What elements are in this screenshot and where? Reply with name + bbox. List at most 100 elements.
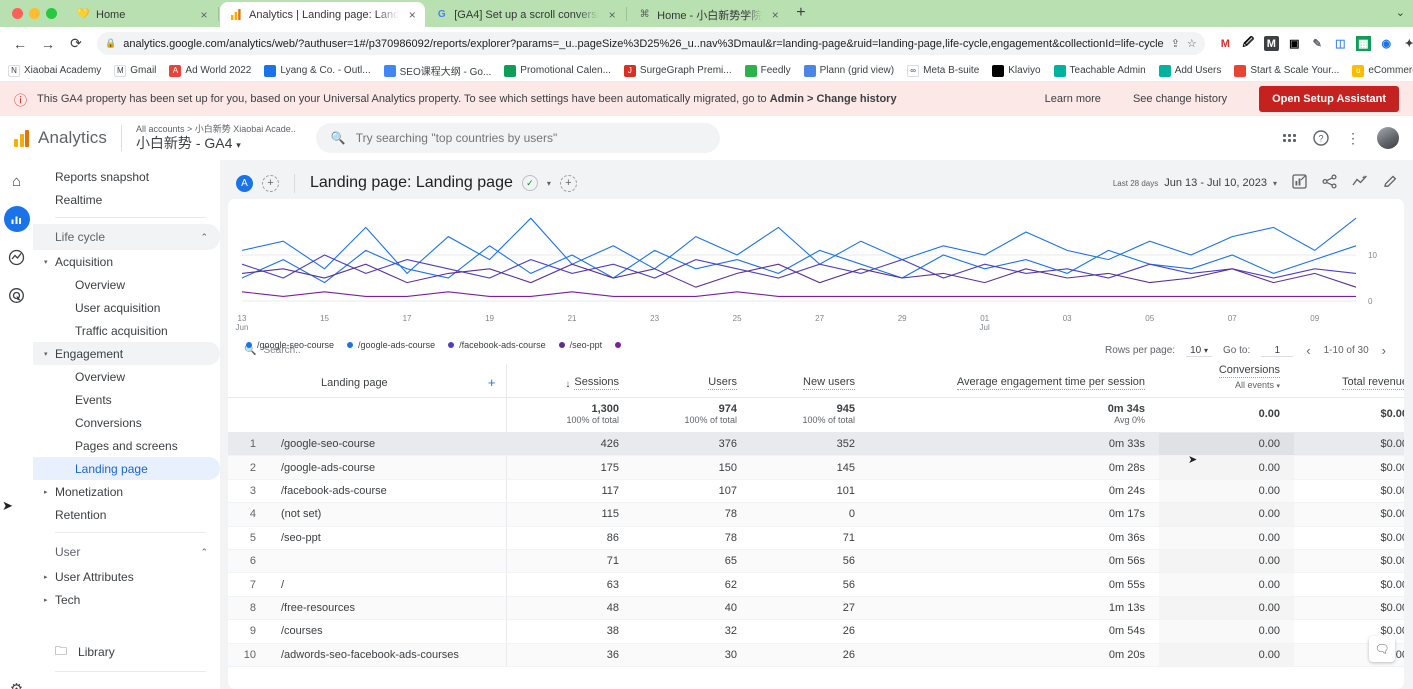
table-row[interactable]: 67165560m 56s0.00$0.00: [228, 549, 1404, 572]
edit-icon[interactable]: [1383, 174, 1398, 192]
table-row[interactable]: 5/seo-ppt8678710m 36s0.00$0.00: [228, 526, 1404, 549]
legend-item[interactable]: [615, 342, 626, 348]
analytics-logo[interactable]: Analytics: [14, 128, 107, 148]
sidebar-item-landing-page[interactable]: Landing page: [33, 457, 220, 480]
caret-down-icon[interactable]: ▾: [44, 350, 48, 358]
table-row[interactable]: 10/adwords-seo-facebook-ads-courses36302…: [228, 643, 1404, 666]
reload-button[interactable]: ⟳: [64, 32, 88, 56]
header-sessions[interactable]: ↓Sessions: [506, 364, 633, 398]
sidebar-item-traffic-acquisition[interactable]: Traffic acquisition: [33, 319, 220, 342]
banner-link-admin[interactable]: Admin > Change history: [770, 93, 897, 105]
advertising-target-icon[interactable]: [4, 282, 30, 308]
forward-button[interactable]: →: [36, 32, 60, 56]
sidebar-item-reports-snapshot[interactable]: Reports snapshot: [33, 165, 220, 188]
sidebar-item-tech[interactable]: ▸Tech: [33, 588, 220, 611]
sidebar-item-retention[interactable]: Retention: [33, 503, 220, 526]
bookmark-item[interactable]: ueCommerce Case...: [1352, 65, 1413, 77]
insights-icon[interactable]: [1352, 174, 1368, 192]
close-tab-button[interactable]: ×: [768, 8, 782, 22]
table-row[interactable]: 2/google-ads-course1751501450m 28s0.00$0…: [228, 456, 1404, 479]
check-circle-icon[interactable]: ✓: [522, 175, 538, 191]
close-tab-button[interactable]: ×: [605, 8, 619, 22]
add-dimension-icon[interactable]: +: [488, 375, 506, 390]
extension-m2-icon[interactable]: M: [1264, 36, 1279, 51]
add-comparison-button[interactable]: +: [262, 175, 279, 192]
sidebar-item-user-acquisition[interactable]: User acquisition: [33, 296, 220, 319]
close-window-button[interactable]: [12, 8, 23, 19]
legend-item[interactable]: /google-ads-course: [347, 340, 435, 350]
puzzle-icon[interactable]: ✦: [1402, 36, 1413, 51]
bookmark-item[interactable]: AAd World 2022: [169, 65, 251, 77]
account-selector[interactable]: All accounts > 小白新势 Xiaobai Acade.. 小白新势…: [136, 123, 296, 154]
caret-right-icon[interactable]: ▸: [44, 573, 48, 581]
table-row[interactable]: 1/google-seo-course4263763520m 33s0.00$0…: [228, 433, 1404, 456]
sidebar-item-user-attributes[interactable]: ▸User Attributes: [33, 565, 220, 588]
header-landing-page[interactable]: Landing page +: [268, 364, 506, 398]
chevron-down-icon[interactable]: ▾: [547, 179, 551, 188]
table-row[interactable]: 8/free-resources4840271m 13s0.00$0.00: [228, 596, 1404, 619]
sidebar-item-library[interactable]: 🗀Library: [33, 639, 220, 665]
bookmark-item[interactable]: Lyang & Co. - Outl...: [264, 65, 370, 77]
home-icon[interactable]: ⌂: [4, 168, 30, 194]
table-row[interactable]: 9/courses3832260m 54s0.00$0.00: [228, 620, 1404, 643]
legend-item[interactable]: /google-seo-course: [246, 340, 334, 350]
open-setup-assistant-button[interactable]: Open Setup Assistant: [1259, 86, 1399, 112]
see-change-history-link[interactable]: See change history: [1133, 93, 1227, 105]
explore-compass-icon[interactable]: [4, 244, 30, 270]
address-bar[interactable]: 🔒 analytics.google.com/analytics/web/?au…: [97, 32, 1205, 55]
sidebar-item-pages-and-screens[interactable]: Pages and screens: [33, 434, 220, 457]
apps-grid-icon[interactable]: [1283, 134, 1296, 142]
header-new-users[interactable]: New users: [751, 364, 869, 398]
global-search-box[interactable]: 🔍: [316, 123, 720, 153]
extension-m-icon[interactable]: M: [1218, 36, 1233, 51]
window-controls[interactable]: [8, 0, 67, 27]
bookmark-item[interactable]: Add Users: [1159, 65, 1222, 77]
learn-more-link[interactable]: Learn more: [1045, 93, 1101, 105]
pen-icon[interactable]: ✎: [1310, 36, 1325, 51]
add-dimension-button[interactable]: +: [560, 175, 577, 192]
help-icon[interactable]: ?: [1313, 130, 1329, 146]
bookmark-item[interactable]: ∞Meta B-suite: [907, 65, 979, 77]
bookmark-item[interactable]: SEO课程大纲 - Go...: [384, 63, 492, 78]
feedback-icon[interactable]: 🗨: [1369, 636, 1395, 662]
conversions-event-selector[interactable]: All events ▾: [1159, 380, 1294, 390]
sidebar-item-overview[interactable]: Overview: [33, 365, 220, 388]
chevron-up-icon[interactable]: ⌃: [200, 232, 208, 243]
table-row[interactable]: 3/facebook-ads-course1171071010m 24s0.00…: [228, 479, 1404, 502]
share-icon[interactable]: [1322, 174, 1337, 192]
header-avg-engagement-time[interactable]: Average engagement time per session: [869, 364, 1159, 398]
sidebar-item-engagement[interactable]: ▾Engagement: [33, 342, 220, 365]
bookmark-item[interactable]: Promotional Calen...: [504, 65, 611, 77]
browser-tab-3[interactable]: G [GA4] Set up a scroll conversi ×: [425, 2, 625, 27]
bookmark-item[interactable]: Start & Scale Your...: [1234, 65, 1339, 77]
grid-icon[interactable]: ▦: [1356, 36, 1371, 51]
eyedropper-icon[interactable]: 🖉: [1241, 36, 1256, 51]
date-range-picker[interactable]: Last 28 days Jun 13 - Jul 10, 2023 ▾: [1113, 177, 1277, 189]
tab-list-chevron-down-icon[interactable]: ⌄: [1396, 6, 1405, 19]
bookmark-item[interactable]: NXiaobai Academy: [8, 65, 101, 77]
table-row[interactable]: 7/6362560m 55s0.00$0.00: [228, 573, 1404, 596]
sidebar-item-monetization[interactable]: ▸Monetization: [33, 480, 220, 503]
share-icon[interactable]: ⇪: [1171, 37, 1180, 50]
legend-item[interactable]: /facebook-ads-course: [448, 340, 546, 350]
camera-icon[interactable]: ▣: [1287, 36, 1302, 51]
back-button[interactable]: ←: [8, 32, 32, 56]
bookmark-item[interactable]: Klaviyo: [992, 65, 1040, 77]
bookmark-item[interactable]: Feedly: [745, 65, 791, 77]
bookmark-item[interactable]: Plann (grid view): [804, 65, 894, 77]
browser-tab-4[interactable]: ⌘ Home - 小白新势学院 ×: [628, 2, 788, 27]
more-vert-icon[interactable]: ⋮: [1346, 130, 1360, 147]
collapse-sidebar-button[interactable]: ‹: [33, 678, 220, 689]
browser-tab-1[interactable]: 💛 Home ×: [67, 2, 217, 27]
comparison-chip-a[interactable]: A: [236, 175, 253, 192]
sidebar-item-events[interactable]: Events: [33, 388, 220, 411]
table-row[interactable]: 4(not set)1157800m 17s0.00$0.00: [228, 503, 1404, 526]
caret-right-icon[interactable]: ▸: [44, 596, 48, 604]
maximize-window-button[interactable]: [46, 8, 57, 19]
sidebar-item-overview[interactable]: Overview: [33, 273, 220, 296]
reports-bar-chart-icon[interactable]: [4, 206, 30, 232]
bookmark-item[interactable]: Teachable Admin: [1054, 65, 1146, 77]
gear-icon[interactable]: ⚙: [10, 680, 23, 689]
avatar[interactable]: [1377, 127, 1399, 149]
bookmark-star-icon[interactable]: ☆: [1187, 37, 1197, 50]
